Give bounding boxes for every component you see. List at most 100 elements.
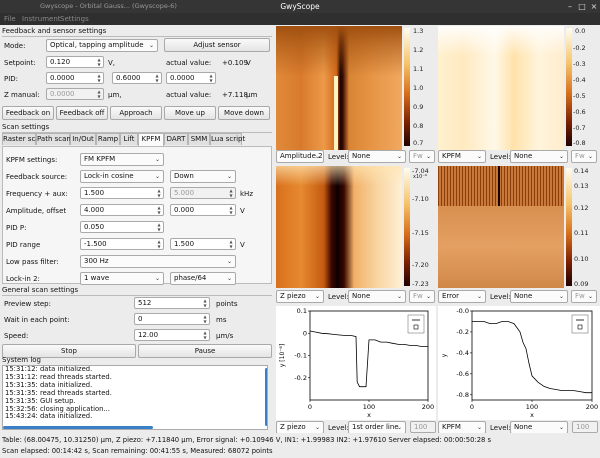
feedback-direction-select[interactable]: Down ⌄: [170, 170, 236, 183]
direction-select[interactable]: Fw ⌄: [571, 150, 597, 163]
tab-kpfm[interactable]: KPFM: [138, 133, 164, 146]
x-tick-label: 200: [422, 403, 434, 411]
amplitude-offset-input[interactable]: 0.000 ▲ ▼: [170, 204, 236, 216]
menu-instrument[interactable]: Instrument: [22, 15, 61, 23]
preview-step-input[interactable]: 512 ▲ ▼: [134, 297, 210, 309]
tab-lift[interactable]: Lift: [120, 133, 138, 145]
feedback-off-button[interactable]: Feedback off: [56, 106, 108, 120]
zmanual-input[interactable]: 0.0000 ▲ ▼: [46, 88, 104, 100]
spin-arrows-icon[interactable]: ▲ ▼: [156, 239, 162, 249]
tab-path-scan[interactable]: Path scan: [36, 133, 71, 145]
spin-arrows-icon[interactable]: ▲ ▼: [202, 298, 208, 308]
tab-raster-scan[interactable]: Raster scan: [2, 133, 44, 145]
pid-range-min-input[interactable]: -1.500 ▲ ▼: [80, 238, 164, 250]
level-select[interactable]: None ⌄: [510, 290, 568, 303]
speed-input[interactable]: 12.00 ▲ ▼: [134, 329, 210, 341]
tab-lua-script[interactable]: Lua script: [210, 133, 245, 145]
feedback-source-select[interactable]: Lock-in cosine ⌄: [80, 170, 164, 183]
error-image[interactable]: [438, 166, 564, 288]
zpiezo-image[interactable]: [276, 166, 402, 288]
wait-label: Wait in each point:: [4, 316, 70, 324]
system-log[interactable]: 15:31:12: data initialized. 15:31:12: re…: [2, 365, 268, 430]
setpoint-input[interactable]: 0.120 ▲ ▼: [46, 56, 104, 68]
status-line-2: Scan elapsed: 00:14:42 s, Scan remaining…: [2, 447, 273, 455]
actual-value2-unit: μm: [246, 91, 258, 99]
level-select[interactable]: None ⌄: [348, 150, 406, 163]
profile-count-input[interactable]: 100: [410, 421, 436, 433]
level-select[interactable]: None ⌄: [348, 290, 406, 303]
kpfm-settings-select[interactable]: FM KPFM ⌄: [80, 153, 164, 166]
spin-arrows-icon[interactable]: ▲ ▼: [156, 222, 162, 232]
lockin-select[interactable]: 1 wave ⌄: [80, 272, 164, 285]
system-log-title: System log: [2, 356, 41, 364]
direction-value: Fw: [413, 292, 423, 300]
pause-button[interactable]: Pause: [138, 344, 272, 358]
spin-arrows-icon[interactable]: ▲ ▼: [154, 73, 160, 83]
preview-step-value: 512: [138, 299, 152, 307]
amplitude-image[interactable]: [276, 26, 402, 150]
log-scrollbar[interactable]: [265, 368, 267, 426]
menu-settings[interactable]: Settings: [60, 15, 89, 23]
spin-arrows-icon[interactable]: ▲ ▼: [228, 239, 234, 249]
level-select[interactable]: None ⌄: [510, 150, 568, 163]
tick-label: -7.15: [412, 229, 429, 237]
pid-p-input[interactable]: 0.0000 ▲ ▼: [46, 72, 104, 84]
speed-value: 12.00: [138, 331, 159, 339]
tab-smm[interactable]: SMM: [188, 133, 210, 145]
tab-dart[interactable]: DART: [164, 133, 188, 145]
direction-select[interactable]: Fw ⌄: [409, 290, 435, 303]
pid-range-min-value: -1.500: [84, 240, 107, 248]
channel-select[interactable]: Z piezo ⌄: [276, 290, 324, 303]
channel-select[interactable]: Amplitude 2 ⌄: [276, 150, 324, 163]
tick-label: 0.12: [574, 204, 589, 212]
wait-input[interactable]: 0 ▲ ▼: [134, 313, 210, 325]
lockin-phase-select[interactable]: phase/64 ⌄: [170, 272, 236, 285]
direction-select[interactable]: Fw ⌄: [409, 150, 435, 163]
direction-select[interactable]: Fw ⌄: [571, 290, 597, 303]
approach-button[interactable]: Approach: [110, 106, 162, 120]
move-down-button[interactable]: Move down: [218, 106, 270, 120]
tab-ramp[interactable]: Ramp: [96, 133, 120, 145]
channel-select[interactable]: KPFM ⌄: [438, 150, 486, 163]
adjust-sensor-button[interactable]: Adjust sensor: [164, 38, 270, 52]
spin-arrows-icon[interactable]: ▲ ▼: [96, 89, 102, 99]
spin-arrows-icon[interactable]: ▲ ▼: [202, 330, 208, 340]
level-value: None: [514, 423, 533, 431]
frequency-input[interactable]: 1.500 ▲ ▼: [80, 187, 164, 199]
profile-plot-2[interactable]: 0 100 200 -0.0 -0.2 -0.4 -0.6 -0.8 x y: [438, 306, 600, 420]
legend-box: [571, 314, 589, 334]
kpfm-pid-p-input[interactable]: 0.050 ▲ ▼: [80, 221, 164, 233]
spin-arrows-icon[interactable]: ▲ ▼: [202, 314, 208, 324]
menu-file[interactable]: File: [4, 15, 16, 23]
spin-arrows-icon[interactable]: ▲ ▼: [96, 73, 102, 83]
spin-arrows-icon[interactable]: ▲ ▼: [208, 73, 214, 83]
pid-range-max-input[interactable]: 1.500 ▲ ▼: [170, 238, 236, 250]
frequency-aux-input[interactable]: 5.000 ▲ ▼: [170, 187, 236, 199]
move-up-button[interactable]: Move up: [164, 106, 216, 120]
profile-plot-1[interactable]: 0 100 200 0.1 0 -0.1 -0.2 x y [10⁻⁶]: [276, 306, 436, 420]
mode-select[interactable]: Optical, tapping amplitude ⌄: [46, 39, 158, 52]
tick-label: -0.6: [573, 108, 586, 116]
pid-d-input[interactable]: 0.0000 ▲ ▼: [166, 72, 216, 84]
low-pass-select[interactable]: 300 Hz ⌄: [80, 255, 236, 268]
kpfm-image[interactable]: [438, 26, 564, 150]
feedback-direction-value: Down: [174, 172, 194, 180]
tab-in-out[interactable]: In/Out: [70, 133, 96, 145]
profile-count-input[interactable]: 100: [572, 421, 598, 433]
log-hscrollbar[interactable]: [3, 426, 153, 429]
spin-arrows-icon[interactable]: ▲ ▼: [228, 188, 234, 198]
amplitude-input[interactable]: 4.000 ▲ ▼: [80, 204, 164, 216]
spin-arrows-icon[interactable]: ▲ ▼: [156, 188, 162, 198]
pid-i-input[interactable]: 0.6000 ▲ ▼: [112, 72, 162, 84]
spin-arrows-icon[interactable]: ▲ ▼: [156, 205, 162, 215]
y-tick-label: -0.0: [456, 307, 469, 315]
lockin-value: 1 wave: [84, 274, 110, 282]
minimize-icon[interactable]: –: [566, 3, 574, 11]
x-tick-label: 0: [470, 403, 474, 411]
channel-select[interactable]: Error ⌄: [438, 290, 486, 303]
feedback-on-button[interactable]: Feedback on: [2, 106, 54, 120]
maximize-icon[interactable]: □: [578, 3, 586, 11]
close-icon[interactable]: ×: [590, 3, 598, 11]
spin-arrows-icon[interactable]: ▲ ▼: [96, 57, 102, 67]
spin-arrows-icon[interactable]: ▲ ▼: [228, 205, 234, 215]
